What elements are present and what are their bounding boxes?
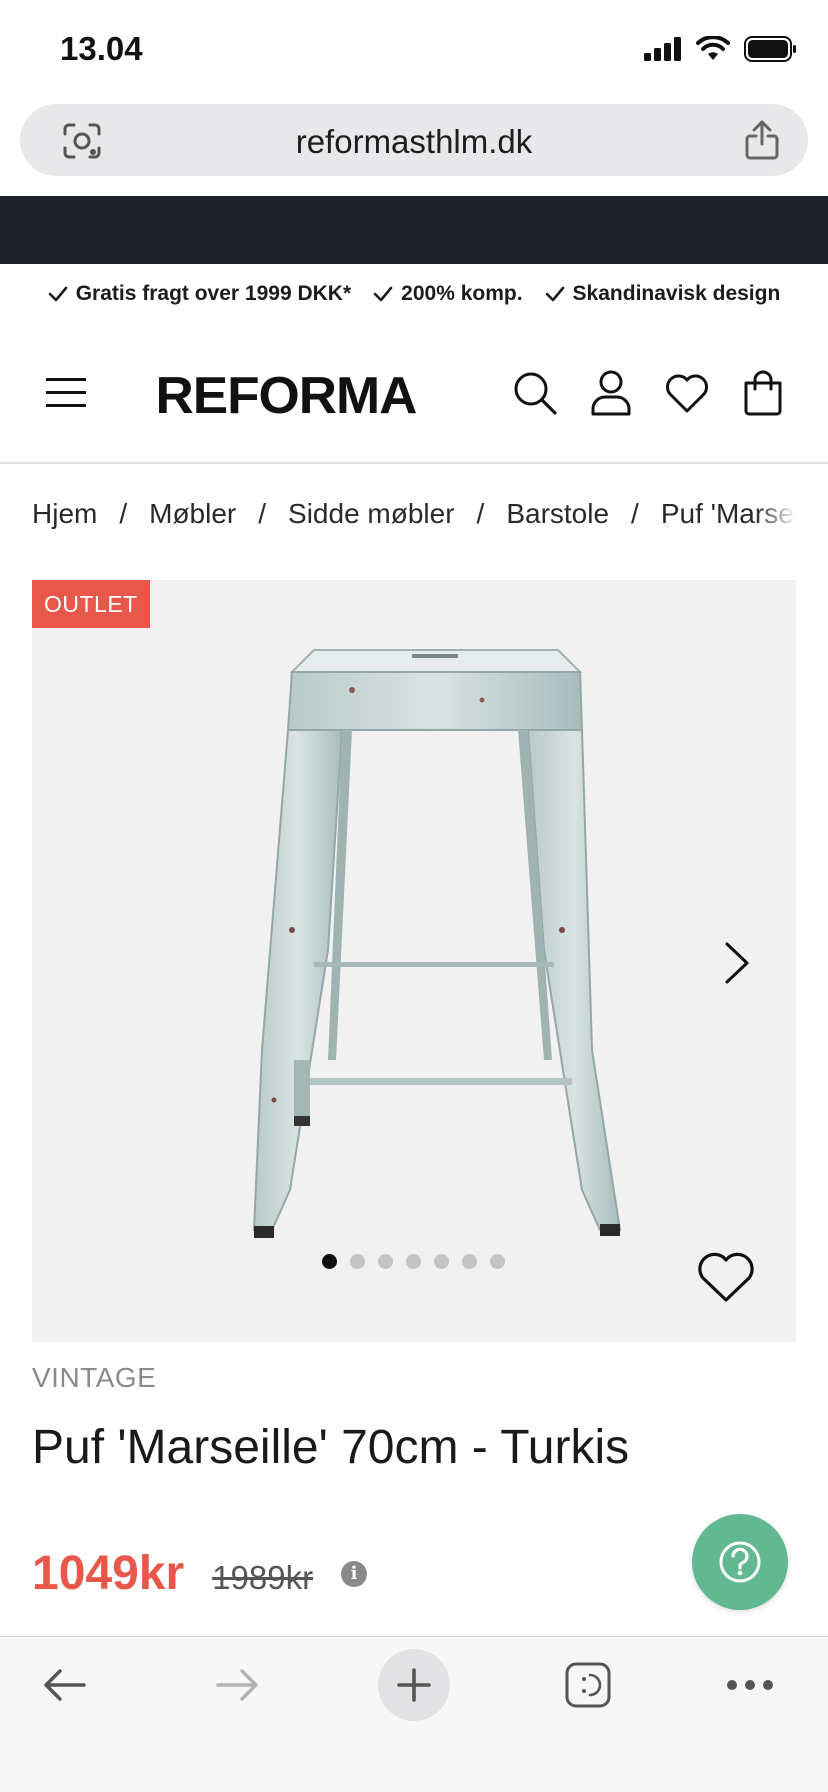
info-icon[interactable]: i [341,1560,368,1587]
url-bar[interactable]: reformasthlm.dk [20,104,808,176]
search-icon [514,372,557,415]
add-to-wishlist-heart-icon[interactable] [696,1250,756,1304]
gallery-pagination [322,1254,505,1269]
battery-icon [744,36,796,62]
site-logo[interactable]: REFORMA [155,366,417,426]
question-mark-icon [719,1541,761,1583]
checkmark-icon [545,286,564,302]
search-button[interactable] [512,368,558,418]
wishlist-button[interactable] [664,368,710,418]
breadcrumb-fade [756,498,796,538]
checkmark-icon [48,286,68,302]
plus-icon [397,1668,431,1702]
usp-label: Gratis fragt over 1999 DKK* [75,282,352,305]
breadcrumb-separator: / [631,498,639,529]
gallery-dot[interactable] [406,1254,421,1269]
breadcrumb-item[interactable]: Hjem [32,498,97,529]
status-icons [644,36,798,62]
tabs-smiley-icon [565,1662,611,1708]
sale-price: 1049kr [32,1547,185,1600]
status-bar: 13.04 [0,0,828,100]
more-dots-icon [727,1680,773,1690]
gallery-dot[interactable] [322,1254,337,1269]
breadcrumb: Hjem / Møbler / Sidde møbler / Barstole / Puf 'M… [32,498,796,538]
header-actions [512,368,786,418]
product-gallery[interactable]: OUTLET [32,580,796,1342]
breadcrumb-item[interactable]: Sidde møbler [288,498,455,529]
arrow-left-icon [44,1669,86,1701]
more-button[interactable] [712,1647,788,1723]
gallery-dot[interactable] [490,1254,505,1269]
tabs-button[interactable] [550,1647,626,1723]
usp-label: Skandinavisk design [572,282,781,305]
browser-toolbar [0,1636,828,1792]
usp-label: 200% komp. [401,282,523,305]
gallery-dot[interactable] [434,1254,449,1269]
breadcrumb-item[interactable]: Barstole [506,498,609,529]
url-text[interactable]: reformasthlm.dk [20,123,808,161]
checkmark-icon [373,286,393,302]
new-tab-button[interactable] [376,1647,452,1723]
wifi-icon [696,36,730,60]
product-brand[interactable]: VINTAGE [32,1362,156,1394]
product-image[interactable] [232,630,652,1330]
breadcrumb-separator: / [119,498,128,529]
cellular-signal-icon [644,37,681,61]
user-icon [591,370,631,416]
usp-item: 200% komp. [373,276,523,312]
usp-item: Skandinavisk design [545,276,781,312]
usp-item: Gratis fragt over 1999 DKK* [48,276,351,312]
site-header: REFORMA [0,344,828,464]
cart-button[interactable] [740,368,786,418]
forward-button[interactable] [200,1647,276,1723]
account-button[interactable] [588,368,634,418]
shopping-bag-icon [744,370,782,416]
gallery-dot[interactable] [350,1254,365,1269]
breadcrumb-item[interactable]: Møbler [149,498,236,529]
help-button[interactable] [692,1514,788,1610]
gallery-dot[interactable] [462,1254,477,1269]
original-price: 1989kr [212,1559,314,1596]
outlet-badge: OUTLET [32,580,150,628]
new-tab-circle [378,1649,450,1721]
arrow-right-icon [216,1669,258,1701]
product-title: Puf 'Marseille' 70cm - Turkis [32,1421,630,1474]
breadcrumb-separator: / [476,498,485,529]
heart-icon [666,374,708,413]
usp-strip: Gratis fragt over 1999 DKK* 200% komp. S… [0,276,828,312]
hamburger-menu-icon[interactable] [46,374,86,410]
breadcrumb-separator: / [258,498,267,529]
price-row: 1049kr 1989kr i [32,1546,368,1601]
share-icon[interactable] [744,120,780,160]
chevron-right-icon[interactable] [722,940,752,986]
gallery-dot[interactable] [378,1254,393,1269]
back-button[interactable] [26,1647,102,1723]
top-banner [0,196,828,264]
status-time: 13.04 [60,30,143,67]
